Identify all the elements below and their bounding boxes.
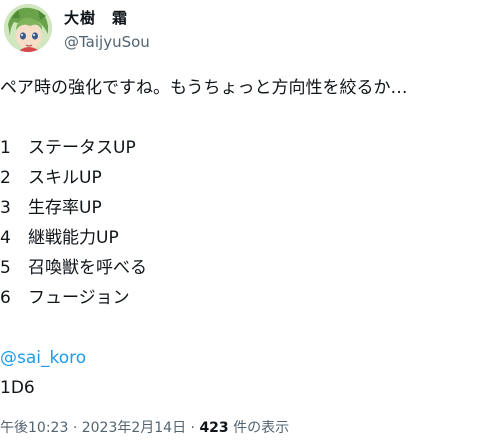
- list-item: 5 召喚獣を呼べる: [0, 253, 478, 283]
- list-number: 5: [0, 258, 11, 278]
- list-number: 1: [0, 138, 11, 158]
- list-number: 2: [0, 168, 11, 188]
- list-number: 6: [0, 288, 11, 308]
- mention-link[interactable]: @sai_koro: [0, 348, 86, 368]
- tweet: 大樹 霜 @TaijyuSou ペア時の強化ですね。もうちょっと方向性を絞るか……: [0, 0, 480, 440]
- tweet-header: 大樹 霜 @TaijyuSou: [0, 0, 480, 60]
- views-count: 423: [199, 420, 229, 436]
- list-label: 召喚獣を呼べる: [28, 258, 147, 278]
- list-label: スキルUP: [28, 168, 102, 188]
- separator: ·: [72, 420, 78, 436]
- user-avatar-icon: [4, 4, 52, 52]
- list-label: 生存率UP: [28, 198, 102, 218]
- list-item: 4 継戦能力UP: [0, 223, 478, 253]
- tweet-intro: ペア時の強化ですね。もうちょっと方向性を絞るか…: [0, 78, 408, 98]
- list-label: ステータスUP: [28, 138, 136, 158]
- tweet-date: 2023年2月14日: [81, 420, 187, 436]
- list-label: フュージョン: [28, 288, 130, 308]
- tweet-meta: 午後10:23 · 2023年2月14日 · 423 件の表示: [0, 418, 289, 438]
- separator: ·: [190, 420, 195, 436]
- avatar[interactable]: [4, 4, 52, 52]
- list-item: 3 生存率UP: [0, 193, 478, 223]
- list-item: 1 ステータスUP: [0, 133, 478, 163]
- author-names: 大樹 霜 @TaijyuSou: [64, 8, 150, 52]
- dice-text: 1D6: [0, 378, 35, 398]
- list-item: 6 フュージョン: [0, 283, 478, 313]
- list-item: 2 スキルUP: [0, 163, 478, 193]
- tweet-time-link[interactable]: 午後10:23 · 2023年2月14日: [0, 420, 186, 436]
- views-link[interactable]: 423 件の表示: [199, 420, 289, 436]
- list-number: 3: [0, 198, 11, 218]
- list-label: 継戦能力UP: [28, 228, 119, 248]
- mention-line: @sai_koro: [0, 343, 478, 373]
- display-name[interactable]: 大樹 霜: [64, 8, 150, 28]
- tweet-time: 午後10:23: [0, 420, 69, 436]
- user-handle[interactable]: @TaijyuSou: [64, 32, 150, 52]
- list-number: 4: [0, 228, 11, 248]
- tweet-text: ペア時の強化ですね。もうちょっと方向性を絞るか… 1 ステータスUP 2 スキルUP…: [0, 73, 478, 403]
- views-label: 件の表示: [233, 420, 290, 436]
